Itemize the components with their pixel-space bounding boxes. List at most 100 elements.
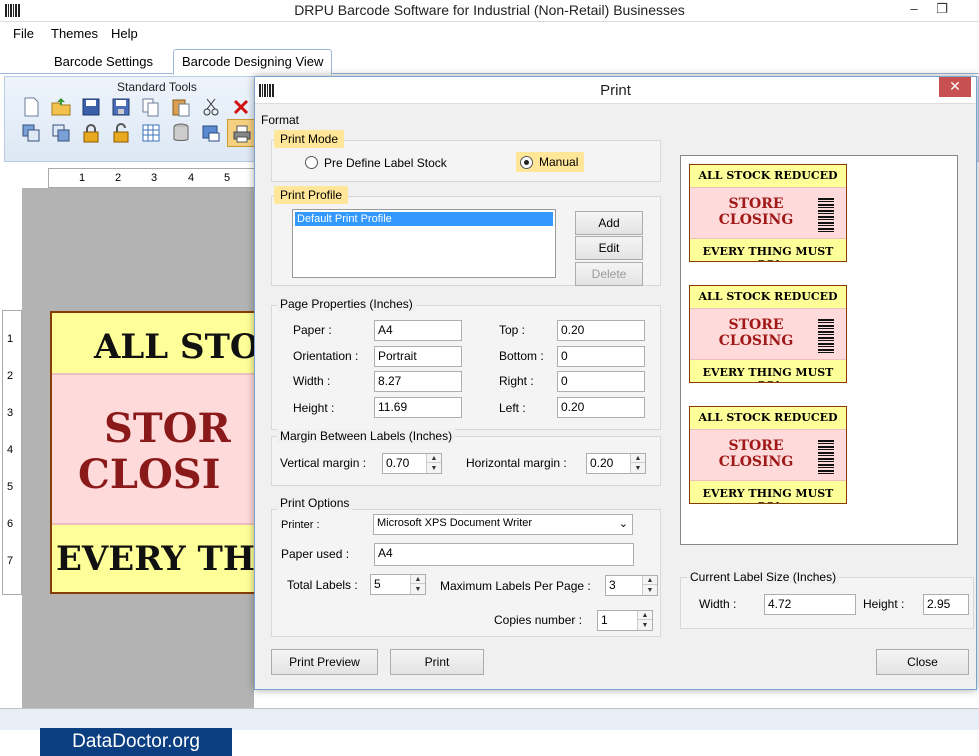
paper-field[interactable]: A4 bbox=[374, 320, 462, 341]
tab-barcode-designing-view[interactable]: Barcode Designing View bbox=[173, 49, 333, 75]
database-icon[interactable] bbox=[171, 123, 191, 143]
label-middle-band: STOR CLOSI bbox=[52, 373, 268, 525]
spin-down-icon[interactable]: ▼ bbox=[427, 464, 441, 473]
bring-to-front-icon[interactable] bbox=[21, 123, 41, 143]
max-labels-per-page-stepper[interactable]: 3 ▲ ▼ bbox=[605, 575, 658, 596]
unlock-icon[interactable] bbox=[111, 123, 131, 143]
new-file-icon[interactable] bbox=[21, 97, 41, 117]
send-to-back-icon[interactable] bbox=[51, 123, 71, 143]
current-width-field[interactable]: 4.72 bbox=[764, 594, 856, 615]
spin-up-icon[interactable]: ▲ bbox=[638, 611, 652, 620]
delete-profile-button[interactable]: Delete bbox=[575, 262, 643, 286]
preview-label-top: ALL STOCK REDUCED bbox=[698, 411, 838, 424]
manual-option[interactable]: Manual bbox=[516, 152, 584, 172]
label-text-bottom[interactable]: EVERY THI bbox=[56, 539, 268, 579]
horizontal-margin-label: Horizontal margin : bbox=[466, 456, 567, 470]
ruler-mark: 3 bbox=[151, 172, 158, 184]
menu-help[interactable]: Help bbox=[111, 26, 138, 41]
open-folder-icon[interactable] bbox=[51, 97, 71, 117]
design-label[interactable]: ALL STOC STOR CLOSI EVERY THI bbox=[50, 311, 270, 594]
app-title: DRPU Barcode Software for Industrial (No… bbox=[294, 2, 685, 18]
page-width-field[interactable]: 8.27 bbox=[374, 371, 462, 392]
radio-manual[interactable] bbox=[520, 156, 533, 169]
total-labels-label: Total Labels : bbox=[287, 578, 358, 592]
printer-value: Microsoft XPS Document Writer bbox=[377, 517, 533, 529]
lock-icon[interactable] bbox=[81, 123, 101, 143]
dialog-titlebar: Print ✕ bbox=[255, 77, 976, 104]
preview-label-store: STORE bbox=[728, 438, 784, 454]
grid-icon[interactable] bbox=[141, 123, 161, 143]
spin-up-icon[interactable]: ▲ bbox=[411, 575, 425, 584]
dialog-title: Print bbox=[600, 82, 631, 99]
preview-label-store: STORE bbox=[728, 196, 784, 212]
cut-icon[interactable] bbox=[201, 97, 221, 117]
spin-down-icon[interactable]: ▼ bbox=[643, 586, 657, 595]
tab-barcode-settings[interactable]: Barcode Settings bbox=[46, 50, 161, 74]
radio-predefine-label-stock[interactable] bbox=[305, 156, 318, 169]
spin-down-icon[interactable]: ▼ bbox=[638, 621, 652, 630]
save-as-icon[interactable] bbox=[111, 97, 131, 117]
list-item[interactable]: Default Print Profile bbox=[295, 212, 553, 226]
delete-icon[interactable] bbox=[231, 97, 251, 117]
paper-label: Paper : bbox=[293, 323, 332, 337]
preview-label: ALL STOCK REDUCED STORE CLOSING EVERY THI… bbox=[689, 285, 847, 383]
top-margin-field[interactable]: 0.20 bbox=[557, 320, 645, 341]
predefine-label-stock-label[interactable]: Pre Define Label Stock bbox=[324, 156, 447, 170]
ruler-mark: 4 bbox=[188, 172, 195, 184]
save-icon[interactable] bbox=[81, 97, 101, 117]
export-icon[interactable] bbox=[201, 123, 221, 143]
menu-file[interactable]: File bbox=[13, 26, 34, 41]
orientation-field[interactable]: Portrait bbox=[374, 346, 462, 367]
left-margin-field[interactable]: 0.20 bbox=[557, 397, 645, 418]
print-button[interactable]: Print bbox=[390, 649, 484, 675]
close-button[interactable]: Close bbox=[876, 649, 969, 675]
copy-icon[interactable] bbox=[141, 97, 161, 117]
print-preview-button[interactable]: Print Preview bbox=[271, 649, 378, 675]
vertical-margin-stepper[interactable]: 0.70 ▲ ▼ bbox=[382, 453, 442, 474]
preview-label-bottom: EVERY THING MUST GO! bbox=[702, 245, 834, 261]
page-properties-title: Page Properties (Inches) bbox=[277, 297, 416, 311]
dialog-close-button[interactable]: ✕ bbox=[939, 77, 971, 97]
right-margin-field[interactable]: 0 bbox=[557, 371, 645, 392]
preview-label-closing: CLOSING bbox=[718, 212, 794, 228]
chevron-down-icon[interactable]: ⌄ bbox=[619, 517, 628, 530]
label-text-closing[interactable]: CLOSI bbox=[78, 451, 220, 498]
brand-logo: DataDoctor.org bbox=[40, 728, 232, 756]
page-height-field[interactable]: 11.69 bbox=[374, 397, 462, 418]
preview-label: ALL STOCK REDUCED STORE CLOSING EVERY THI… bbox=[689, 164, 847, 262]
spin-down-icon[interactable]: ▼ bbox=[631, 464, 645, 473]
add-profile-button[interactable]: Add bbox=[575, 211, 643, 235]
right-label: Right : bbox=[499, 374, 534, 388]
copies-number-stepper[interactable]: 1 ▲ ▼ bbox=[597, 610, 653, 631]
width-label: Width : bbox=[293, 374, 331, 388]
label-text-top[interactable]: ALL STOC bbox=[94, 327, 268, 367]
manual-label[interactable]: Manual bbox=[539, 155, 578, 169]
minimize-button[interactable]: – bbox=[900, 0, 928, 20]
print-profile-title: Print Profile bbox=[274, 186, 349, 204]
maximize-button[interactable]: ❐ bbox=[928, 0, 956, 20]
spin-up-icon[interactable]: ▲ bbox=[631, 454, 645, 463]
paste-icon[interactable] bbox=[171, 97, 191, 117]
menu-themes[interactable]: Themes bbox=[51, 26, 98, 41]
ruler-mark: 7 bbox=[7, 555, 14, 567]
spin-up-icon[interactable]: ▲ bbox=[643, 576, 657, 585]
preview-label-store: STORE bbox=[728, 317, 784, 333]
barcode-icon bbox=[818, 319, 834, 353]
current-height-label: Height : bbox=[863, 597, 905, 611]
ruler-mark: 5 bbox=[7, 481, 14, 493]
total-labels-stepper[interactable]: 5 ▲ ▼ bbox=[370, 574, 426, 595]
printer-select[interactable]: Microsoft XPS Document Writer ⌄ bbox=[373, 514, 633, 535]
spin-up-icon[interactable]: ▲ bbox=[427, 454, 441, 463]
ruler-mark: 2 bbox=[7, 370, 14, 382]
label-text-store[interactable]: STOR bbox=[104, 405, 231, 452]
menubar: File Themes Help bbox=[0, 22, 979, 46]
print-profile-list[interactable]: Default Print Profile bbox=[292, 209, 556, 278]
preview-label: ALL STOCK REDUCED STORE CLOSING EVERY THI… bbox=[689, 406, 847, 504]
paper-used-field[interactable]: A4 bbox=[374, 543, 634, 566]
print-tool-button[interactable] bbox=[227, 119, 255, 147]
bottom-margin-field[interactable]: 0 bbox=[557, 346, 645, 367]
current-height-field[interactable]: 2.95 bbox=[923, 594, 969, 615]
edit-profile-button[interactable]: Edit bbox=[575, 236, 643, 260]
spin-down-icon[interactable]: ▼ bbox=[411, 585, 425, 594]
horizontal-margin-stepper[interactable]: 0.20 ▲ ▼ bbox=[586, 453, 646, 474]
